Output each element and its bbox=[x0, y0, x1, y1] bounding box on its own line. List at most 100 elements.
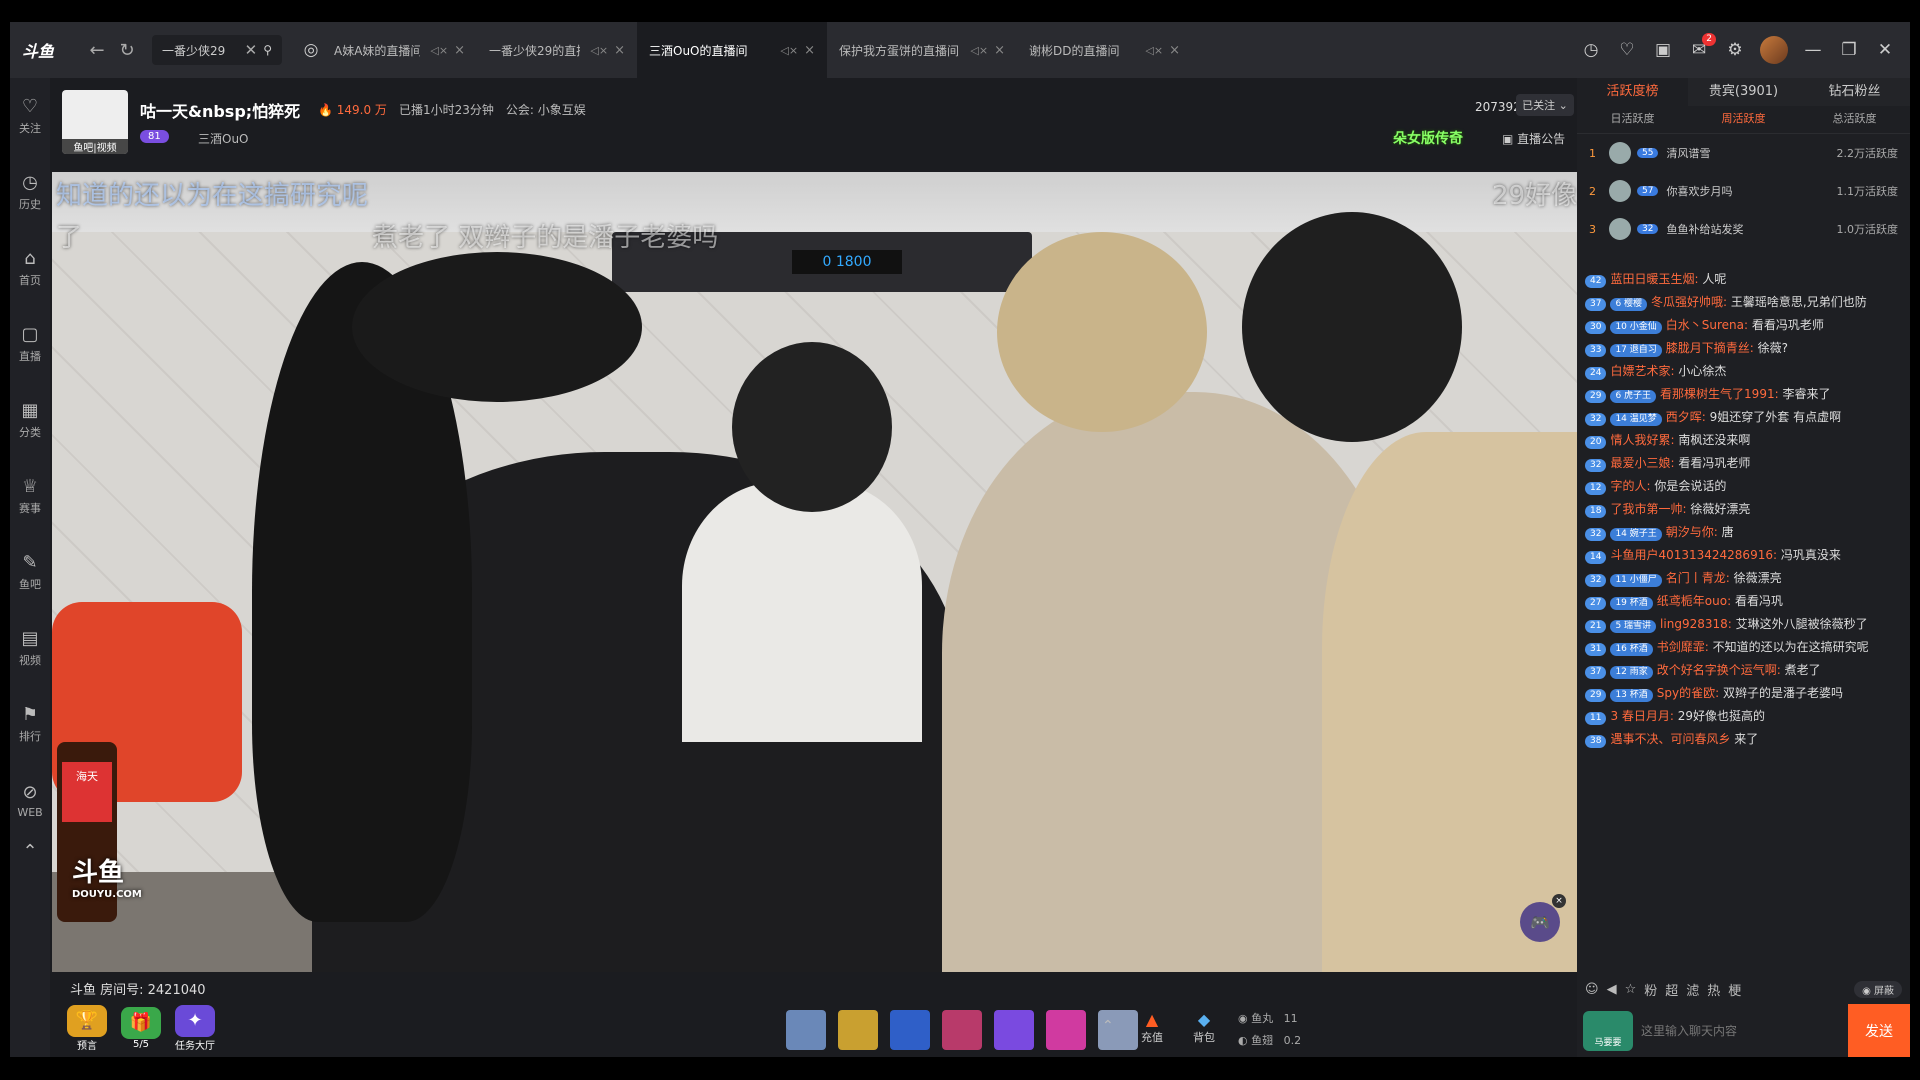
chat-nickname[interactable]: 书剑靡霏: bbox=[1657, 640, 1709, 654]
broadcast-icon[interactable]: ◀ bbox=[1607, 982, 1617, 997]
chat-nickname[interactable]: 斗鱼用户401313424286916: bbox=[1610, 548, 1777, 562]
guild[interactable]: 公会: 小象互娱 bbox=[506, 101, 586, 118]
sidebar-item-rank[interactable]: ⚑ 排行 bbox=[10, 686, 50, 762]
backpack-button[interactable]: ◆ 背包 bbox=[1184, 1010, 1224, 1045]
gift-box-button[interactable]: 🎁 5/5 bbox=[116, 1004, 166, 1052]
chat-input[interactable] bbox=[1641, 1010, 1848, 1051]
chat-nickname[interactable]: 看那棵树生气了1991: bbox=[1660, 387, 1779, 401]
sidebar-item-history[interactable]: ◷ 历史 bbox=[10, 154, 50, 230]
chat-filter-super[interactable]: 超 bbox=[1665, 980, 1678, 999]
chat-filter-meme[interactable]: 梗 bbox=[1728, 980, 1741, 999]
chat-nickname[interactable]: 最爱小三娘: bbox=[1610, 456, 1674, 470]
mute-icon[interactable]: ◁× bbox=[1145, 44, 1163, 57]
subtab-daily[interactable]: 日活跃度 bbox=[1577, 106, 1688, 133]
tab-diamond-fans[interactable]: 钻石粉丝 bbox=[1799, 78, 1910, 106]
tab-danbing[interactable]: 保护我方蛋饼的直播间 ◁× × bbox=[827, 22, 1017, 78]
settings-icon[interactable]: ⚙ bbox=[1724, 39, 1746, 61]
sidebar-item-events[interactable]: ♕ 赛事 bbox=[10, 458, 50, 534]
history-icon[interactable]: ◷ bbox=[1580, 39, 1602, 61]
chat-nickname[interactable]: 膝胧月下摘青丝: bbox=[1666, 341, 1754, 355]
chat-nickname[interactable]: 白嫖艺术家: bbox=[1610, 364, 1674, 378]
prophecy-button[interactable]: 🏆 预言 bbox=[62, 1004, 112, 1052]
subtab-weekly[interactable]: 周活跃度 bbox=[1688, 106, 1799, 133]
close-icon[interactable]: × bbox=[454, 43, 465, 58]
subtab-total[interactable]: 总活跃度 bbox=[1799, 106, 1910, 133]
sidebar-item-follow[interactable]: ♡ 关注 bbox=[10, 78, 50, 154]
chat-nickname[interactable]: ling928318: bbox=[1660, 617, 1732, 631]
record-icon[interactable]: ◎ bbox=[300, 39, 322, 61]
chat-nickname[interactable]: 3 春日月月: bbox=[1610, 709, 1674, 723]
expand-gifts-icon[interactable]: ⌃ bbox=[1102, 1018, 1114, 1034]
chat-filter-fan[interactable]: 粉 bbox=[1644, 980, 1657, 999]
chat-nickname[interactable]: 名门丨青龙: bbox=[1666, 571, 1730, 585]
follow-button[interactable]: 已关注 ⌄ bbox=[1516, 94, 1574, 116]
announce-button[interactable]: ▣ 直播公告 bbox=[1502, 130, 1565, 147]
restore-icon[interactable]: ❐ bbox=[1838, 39, 1860, 61]
chat-nickname[interactable]: 朝汐与你: bbox=[1666, 525, 1718, 539]
tab-sanjiu[interactable]: 三酒OuO的直播间 ◁× × bbox=[637, 22, 827, 78]
close-window-icon[interactable]: ✕ bbox=[1874, 39, 1896, 61]
video-player[interactable]: 0 1800 海天 斗鱼 DOUYU.COM 知道的还以为在这搞研究呢 煮老了 双… bbox=[52, 172, 1577, 972]
close-icon[interactable]: × bbox=[1169, 43, 1180, 58]
close-icon[interactable]: × bbox=[994, 43, 1005, 58]
gift-item[interactable] bbox=[1046, 1010, 1086, 1050]
tab-vip[interactable]: 贵宾(3901) bbox=[1688, 78, 1799, 106]
rank-row[interactable]: 3 32 鱼鱼补给站发奖 1.0万活跃度 bbox=[1577, 210, 1910, 248]
chat-nickname[interactable]: 西夕晖: bbox=[1666, 410, 1706, 424]
chat-nickname[interactable]: 遇事不决、可问春风乡 bbox=[1610, 732, 1730, 746]
close-icon[interactable]: × bbox=[804, 43, 815, 58]
minimize-icon[interactable]: — bbox=[1802, 39, 1824, 61]
chat-nickname[interactable]: 改个好名字换个运气啊: bbox=[1657, 663, 1781, 677]
chat-nickname[interactable]: 纸鸢栀年ouo: bbox=[1657, 594, 1731, 608]
mute-icon[interactable]: ◁× bbox=[430, 44, 448, 57]
search-tab[interactable]: 一番少侠29 ✕ ⚲ bbox=[152, 35, 282, 65]
user-avatar[interactable] bbox=[1760, 36, 1788, 64]
chat-nickname[interactable]: 冬瓜强好帅哦: bbox=[1651, 295, 1727, 309]
close-icon[interactable]: ✕ bbox=[245, 41, 258, 59]
rank-row[interactable]: 1 55 清风谱雪 2.2万活跃度 bbox=[1577, 134, 1910, 172]
chat-filter-hot[interactable]: 热 bbox=[1707, 980, 1720, 999]
notification-icon[interactable]: ✉ 2 bbox=[1688, 33, 1716, 61]
chat-nickname[interactable]: Spy的雀欧: bbox=[1657, 686, 1719, 700]
calendar-icon[interactable]: ▣ bbox=[1652, 39, 1674, 61]
game-ad-logo[interactable]: 朵女版传奇 bbox=[1393, 128, 1463, 148]
gift-item[interactable] bbox=[942, 1010, 982, 1050]
chat-filter-filter[interactable]: 滤 bbox=[1686, 980, 1699, 999]
search-icon[interactable]: ⚲ bbox=[263, 43, 272, 57]
streamer-avatar[interactable]: 鱼吧|视频 bbox=[62, 90, 128, 154]
chat-list[interactable]: 42 蓝田日暖玉生烟: 人呢 37 6 樱樱 冬瓜强好帅哦: 王馨瑶啥意思,兄弟们也防 3… bbox=[1577, 268, 1910, 948]
gift-item[interactable] bbox=[994, 1010, 1034, 1050]
sidebar-item-web[interactable]: ⊘ WEB bbox=[10, 762, 50, 838]
chat-nickname[interactable]: 情人我好累: bbox=[1610, 433, 1674, 447]
gift-item[interactable] bbox=[890, 1010, 930, 1050]
chat-nickname[interactable]: 了我市第一帅: bbox=[1610, 502, 1686, 516]
gift-item[interactable] bbox=[786, 1010, 826, 1050]
streamer-name[interactable]: 三酒OuO bbox=[198, 130, 249, 147]
sidebar-item-video[interactable]: ▤ 视频 bbox=[10, 610, 50, 686]
emoji-icon[interactable]: ☺ bbox=[1585, 982, 1599, 997]
shield-toggle[interactable]: ◉ 屏蔽 bbox=[1854, 980, 1902, 998]
chat-nickname[interactable]: 蓝田日暖玉生烟: bbox=[1610, 272, 1698, 286]
gift-item[interactable] bbox=[838, 1010, 878, 1050]
refresh-icon[interactable]: ↻ bbox=[112, 40, 142, 61]
chat-nickname[interactable]: 字的人: bbox=[1610, 479, 1650, 493]
douyu-logo[interactable]: 斗鱼 bbox=[22, 35, 82, 65]
tab-a-mei[interactable]: A妹A妹的直播间 ◁× × bbox=[322, 22, 477, 78]
task-hall-button[interactable]: ✦ 任务大厅 bbox=[170, 1004, 220, 1052]
star-icon[interactable]: ☆ bbox=[1625, 982, 1637, 997]
mute-icon[interactable]: ◁× bbox=[970, 44, 988, 57]
close-icon[interactable]: × bbox=[1552, 894, 1566, 908]
sidebar-item-category[interactable]: ▦ 分类 bbox=[10, 382, 50, 458]
chat-nickname[interactable]: 白水丶Surena: bbox=[1666, 318, 1748, 332]
sidebar-item-fishbar[interactable]: ✎ 鱼吧 bbox=[10, 534, 50, 610]
heart-icon[interactable]: ♡ bbox=[1616, 39, 1638, 61]
sidebar-collapse-icon[interactable]: ⌃ bbox=[10, 838, 50, 868]
gamepad-icon[interactable]: 🎮 bbox=[1520, 902, 1560, 942]
tab-xiebin[interactable]: 谢彬DD的直播间 ◁× × bbox=[1017, 22, 1192, 78]
send-button[interactable]: 发送 bbox=[1848, 1004, 1910, 1057]
close-icon[interactable]: × bbox=[614, 43, 625, 58]
recharge-button[interactable]: ▲ 充值 bbox=[1132, 1010, 1172, 1045]
tab-activity-rank[interactable]: 活跃度榜 bbox=[1577, 78, 1688, 106]
sidebar-item-live[interactable]: ▢ 直播 bbox=[10, 306, 50, 382]
rank-row[interactable]: 2 57 你喜欢步月吗 1.1万活跃度 bbox=[1577, 172, 1910, 210]
